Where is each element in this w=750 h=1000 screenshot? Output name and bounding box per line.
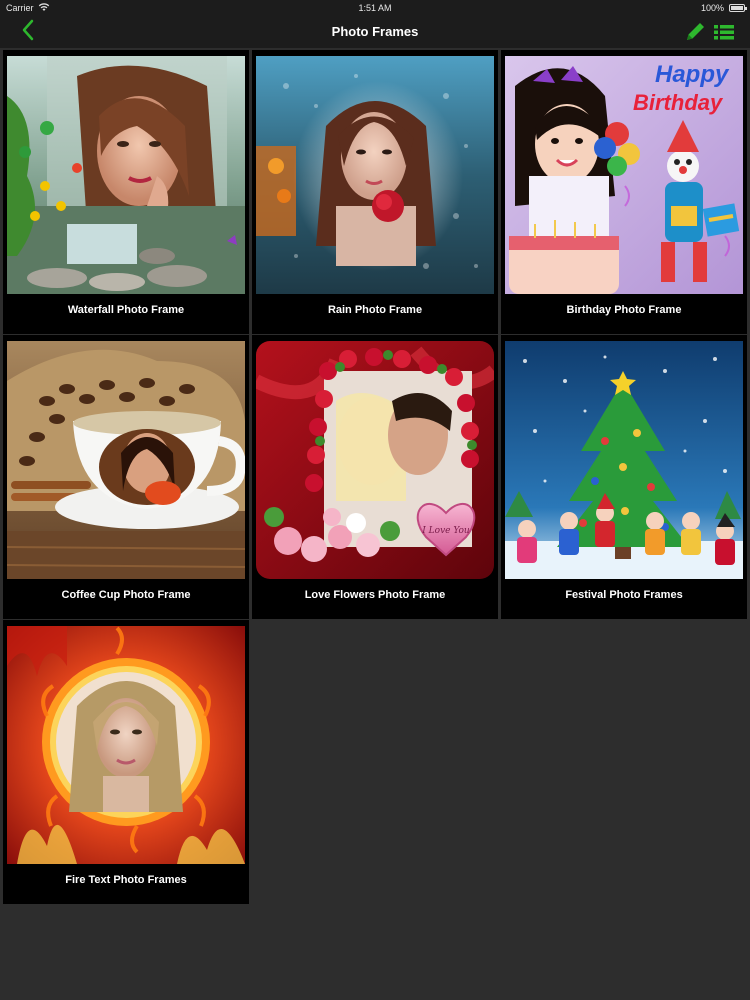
frame-card-waterfall[interactable]: Waterfall Photo Frame: [3, 50, 249, 334]
frame-card-love-flowers[interactable]: I Love You Love Flowers Photo Frame: [252, 335, 498, 619]
frame-label: Coffee Cup Photo Frame: [61, 589, 191, 601]
frame-thumbnail: I Love You: [256, 341, 494, 579]
fire-text-thumbnail-image: [7, 626, 245, 864]
waterfall-thumbnail-image: [7, 56, 245, 294]
happy-text: Happy: [655, 61, 730, 88]
frame-thumbnail: Happy Birthday: [505, 56, 743, 294]
rain-thumbnail-image: [256, 56, 494, 294]
page-title: Photo Frames: [331, 24, 419, 39]
frame-label: Birthday Photo Frame: [566, 304, 682, 316]
frame-label: Rain Photo Frame: [327, 304, 423, 316]
battery-percent: 100%: [700, 3, 724, 13]
love-flowers-thumbnail-image: I Love You: [256, 341, 494, 579]
list-icon: [712, 25, 738, 48]
battery-icon: [729, 4, 747, 12]
navigation-bar: Photo Frames: [0, 16, 750, 48]
frame-card-birthday[interactable]: Happy Birthday Birthday Photo Frame: [501, 50, 747, 334]
frame-thumbnail: [7, 56, 245, 294]
heart-overlay-text: I Love You: [421, 526, 470, 536]
frame-thumbnail: [7, 341, 245, 579]
pencil-icon: [683, 23, 709, 48]
status-time: 1:51 AM: [358, 3, 392, 13]
frame-card-rain[interactable]: Rain Photo Frame: [252, 50, 498, 334]
frame-label: Festival Photo Frames: [565, 589, 683, 601]
festival-thumbnail-image: [505, 341, 743, 579]
frame-label: Waterfall Photo Frame: [67, 304, 185, 316]
frame-label: Fire Text Photo Frames: [65, 874, 187, 886]
coffee-cup-thumbnail-image: [7, 341, 245, 579]
frame-label: Love Flowers Photo Frame: [304, 589, 446, 601]
status-bar: Carrier 1:51 AM 100%: [0, 0, 750, 16]
frame-thumbnail: [505, 341, 743, 579]
frame-card-coffee-cup[interactable]: Coffee Cup Photo Frame: [3, 335, 249, 619]
frame-thumbnail: [256, 56, 494, 294]
frame-card-fire-text[interactable]: Fire Text Photo Frames: [3, 620, 249, 904]
birthday-thumbnail-image: Happy Birthday: [505, 56, 743, 294]
list-button[interactable]: [712, 20, 738, 44]
birthday-text: Birthday: [633, 90, 724, 115]
frame-thumbnail: [7, 626, 245, 864]
edit-button[interactable]: [683, 20, 709, 44]
frame-card-festival[interactable]: Festival Photo Frames: [501, 335, 747, 619]
